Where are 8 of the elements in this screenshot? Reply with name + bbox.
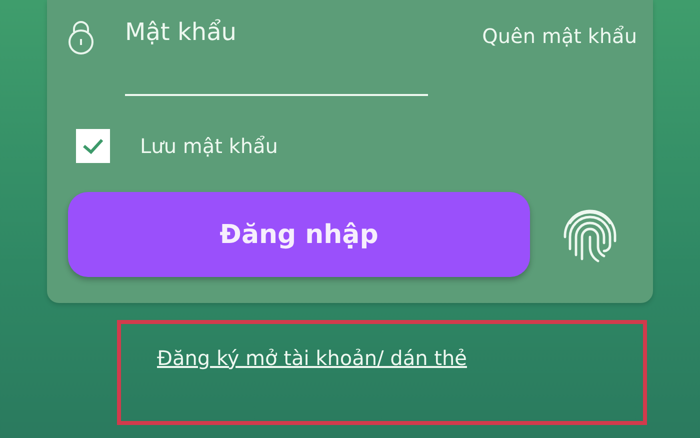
password-field[interactable]: Mật khẩu [125, 14, 428, 96]
check-icon [81, 136, 105, 156]
remember-checkbox[interactable] [76, 129, 110, 163]
lock-icon [68, 20, 94, 56]
register-link[interactable]: Đăng ký mở tài khoản/ dán thẻ [157, 346, 467, 370]
forgot-password-link[interactable]: Quên mật khẩu [482, 14, 637, 48]
login-button[interactable]: Đăng nhập [68, 192, 530, 277]
remember-label: Lưu mật khẩu [140, 134, 278, 158]
